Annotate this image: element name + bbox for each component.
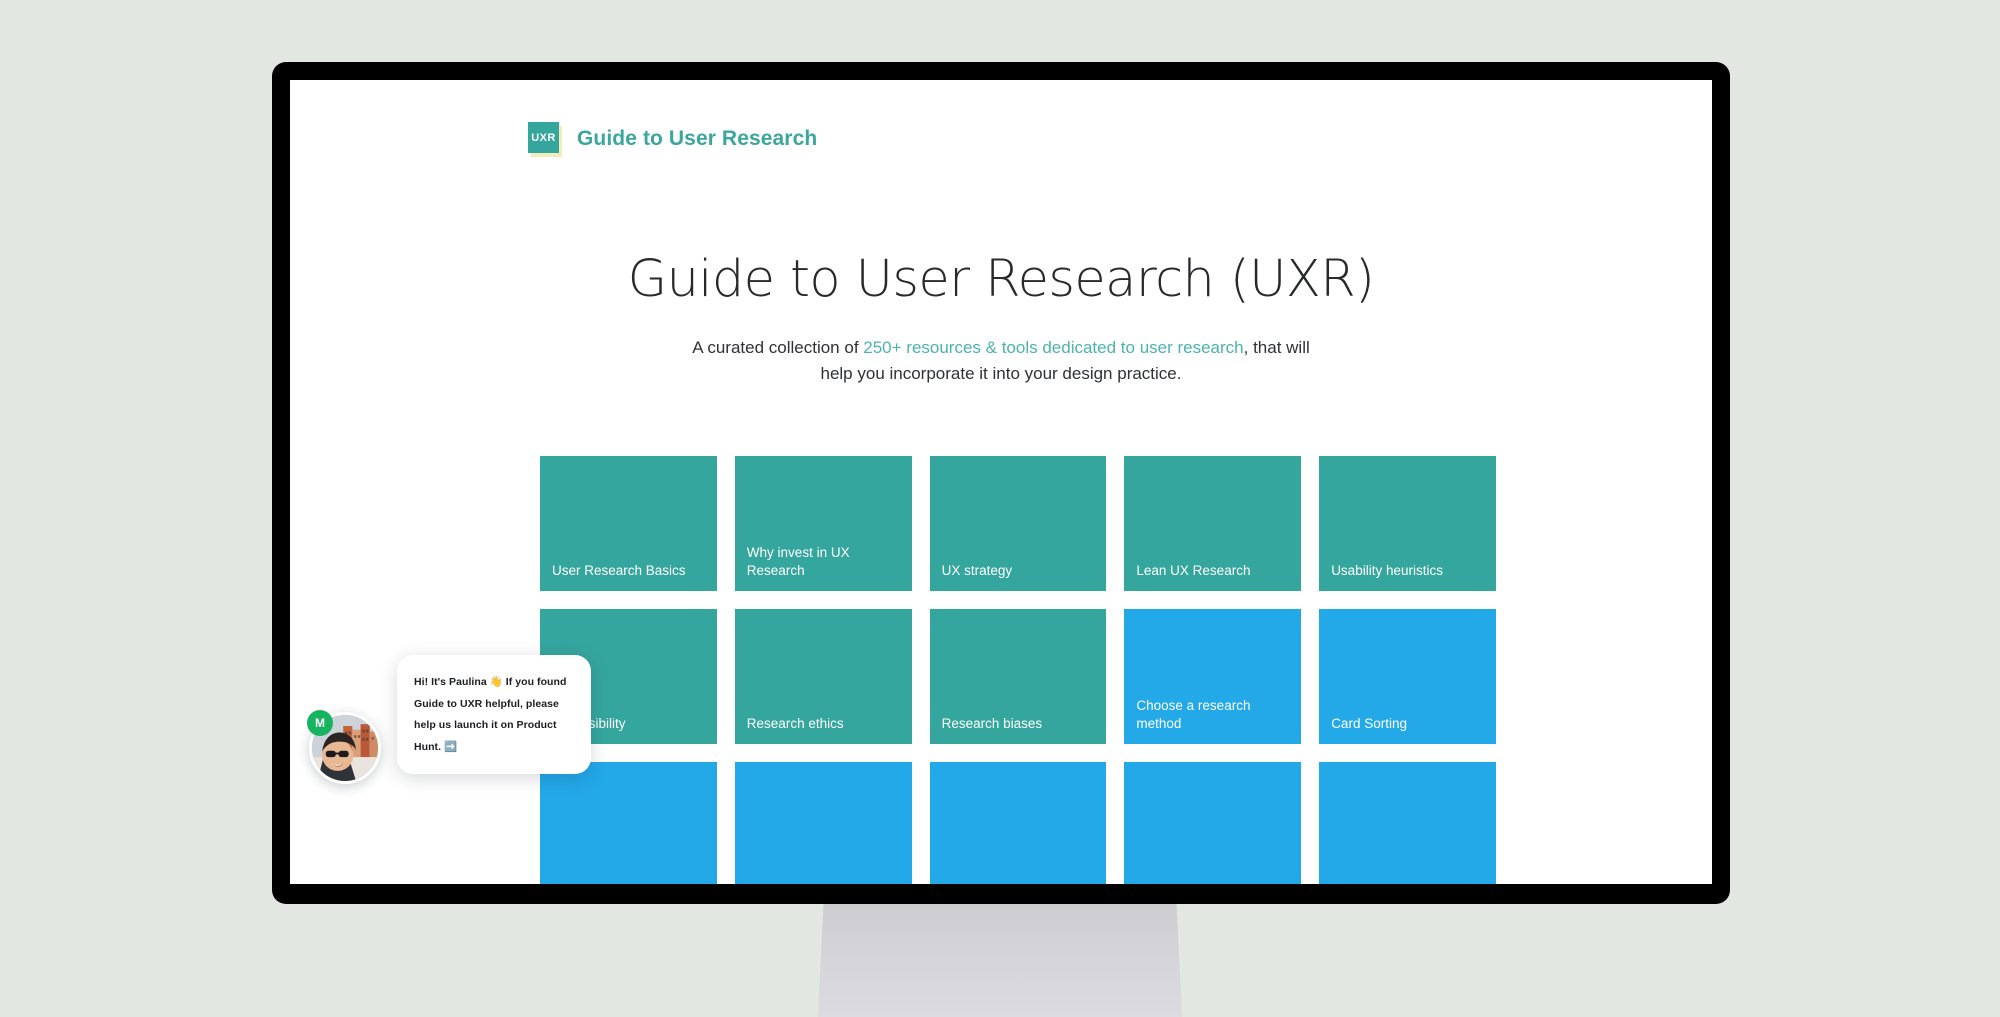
- topic-card[interactable]: Lean UX Research: [1124, 456, 1302, 591]
- hero-subtitle-before: A curated collection of: [692, 338, 864, 358]
- topic-card-label: Research ethics: [746, 715, 844, 731]
- resources-link[interactable]: 250+ resources & tools dedicated to user…: [863, 338, 1243, 357]
- monitor-screen: UXR Guide to User Research Guide to User…: [290, 80, 1712, 884]
- topic-card[interactable]: UX strategy: [929, 456, 1107, 591]
- topic-card-label: User Research Basics: [552, 562, 686, 578]
- topic-card-label: Lean UX Research: [1136, 562, 1251, 578]
- topic-card[interactable]: [1319, 762, 1496, 884]
- brand-logo-link[interactable]: UXR Guide to User Research: [528, 122, 1712, 157]
- topic-card[interactable]: [1124, 762, 1302, 884]
- site-header: UXR Guide to User Research: [290, 80, 1712, 157]
- topic-card-label: Why invest in UX Research: [746, 545, 850, 578]
- page-title: Guide to User Research (UXR): [627, 250, 1375, 309]
- chat-avatar-wrap[interactable]: M: [307, 710, 381, 784]
- monitor-frame: UXR Guide to User Research Guide to User…: [272, 62, 1730, 904]
- topic-card[interactable]: User Research Basics: [540, 456, 717, 591]
- logo-text: UXR: [531, 131, 556, 144]
- monitor-stand: [818, 904, 1182, 1017]
- topic-card[interactable]: Research ethics: [734, 609, 912, 744]
- uxr-logo-icon: UXR: [528, 122, 562, 157]
- topic-card-label: Research biases: [941, 715, 1043, 731]
- topic-card-label: Card Sorting: [1331, 715, 1407, 731]
- hero-section: Guide to User Research (UXR) A curated c…: [290, 250, 1712, 388]
- chat-badge: M: [307, 710, 333, 736]
- hero-subtitle: A curated collection of 250+ resources &…: [686, 335, 1316, 388]
- topic-card-grid: User Research Basics Why invest in UX Res…: [540, 456, 1496, 884]
- chat-widget: Hi! It's Paulina 👋 If you found Guide to…: [305, 655, 605, 785]
- topic-card-label: Choose a research method: [1136, 698, 1251, 731]
- topic-card[interactable]: [929, 762, 1107, 884]
- logo-square: UXR: [528, 122, 559, 153]
- topic-card-label: UX strategy: [941, 562, 1013, 578]
- topic-card[interactable]: Why invest in UX Research: [734, 456, 912, 591]
- topic-card[interactable]: Choose a research method: [1124, 609, 1302, 744]
- topic-card-label: Usability heuristics: [1331, 562, 1443, 578]
- brand-name: Guide to User Research: [577, 126, 818, 150]
- topic-card[interactable]: Usability heuristics: [1319, 456, 1496, 591]
- topic-card[interactable]: [734, 762, 912, 884]
- topic-card[interactable]: Research biases: [929, 609, 1107, 744]
- chat-message-bubble[interactable]: Hi! It's Paulina 👋 If you found Guide to…: [397, 655, 591, 775]
- chat-message-text: Hi! It's Paulina 👋 If you found Guide to…: [414, 676, 567, 753]
- topic-card[interactable]: Card Sorting: [1319, 609, 1496, 744]
